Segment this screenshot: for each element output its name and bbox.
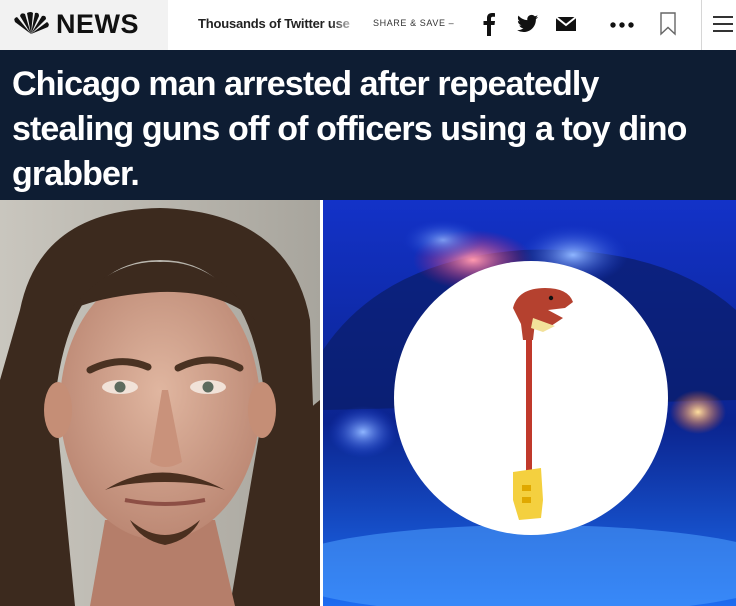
nbc-peacock-logo [14,12,49,35]
top-nav-bar: NEWS Thousands of Twitter use SHARE & SA… [0,0,736,50]
brand-logo[interactable]: NEWS [0,0,168,50]
mugshot-illustration [0,200,320,606]
bookmark-icon[interactable] [659,12,677,36]
brand-name: NEWS [56,9,139,39]
menu-icon[interactable] [713,12,733,36]
police-lights-illustration [323,200,736,606]
mail-icon[interactable] [555,12,577,36]
article-headline: Chicago man arrested after repeatedly st… [12,65,687,193]
headline-tease[interactable]: Thousands of Twitter use [198,16,360,36]
more-icon[interactable] [609,12,635,36]
nav-divider [701,0,702,50]
twitter-icon[interactable] [517,12,539,36]
police-grabber-photo [323,200,736,606]
share-save-label[interactable]: SHARE & SAVE – [373,18,454,28]
facebook-icon[interactable] [481,12,497,36]
mugshot-photo [0,200,320,606]
